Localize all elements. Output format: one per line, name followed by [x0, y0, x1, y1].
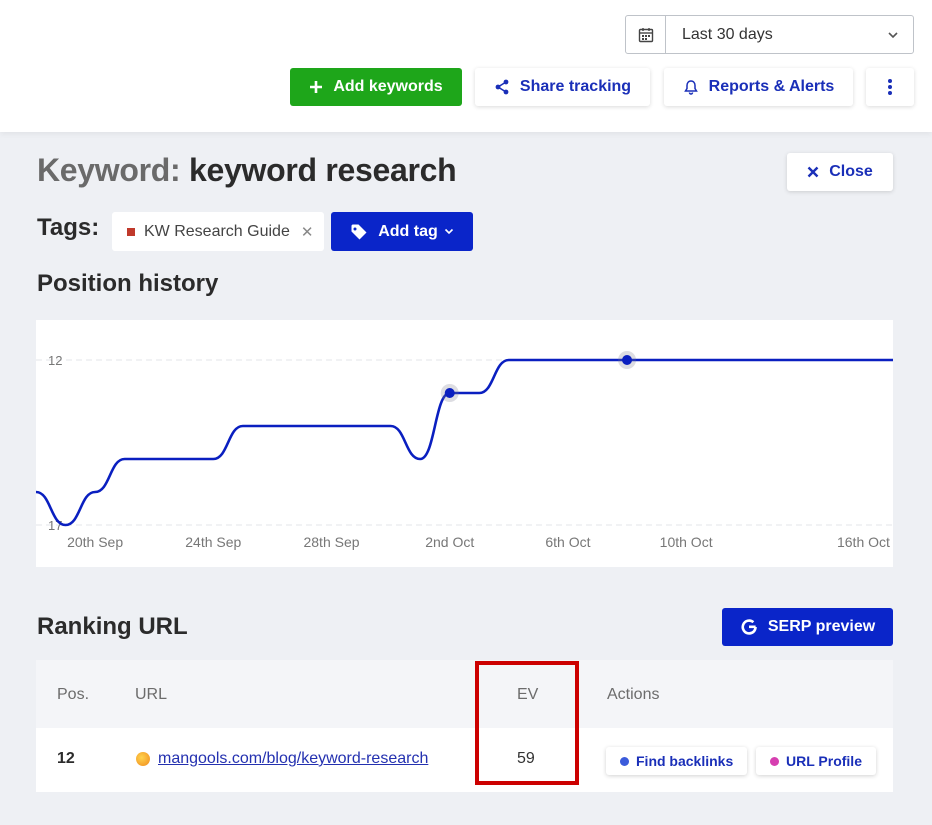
ranking-url-text: mangools.com/blog/keyword-research — [158, 750, 429, 767]
bell-icon — [683, 80, 698, 95]
mangools-favicon-icon — [136, 752, 150, 766]
tag-icon — [351, 224, 367, 239]
line-chart: 12 17 20th Sep 24th Sep 28th Sep 2nd Oct 6th O… — [36, 351, 893, 550]
column-header-ev: EV — [517, 686, 539, 703]
add-tag-button[interactable]: Add tag — [331, 212, 473, 251]
share-tracking-button[interactable]: Share tracking — [475, 68, 650, 106]
x-tick-label: 10th Oct — [660, 534, 713, 550]
close-button[interactable]: Close — [787, 153, 893, 191]
tag-chip: KW Research Guide ✕ — [112, 212, 324, 251]
tag-name: KW Research Guide — [144, 222, 290, 240]
find-backlinks-label: Find backlinks — [636, 753, 734, 769]
link-dot-icon — [620, 756, 629, 766]
keyword-heading: Keyword: keyword research — [37, 152, 457, 189]
plus-icon — [310, 81, 323, 93]
y-tick-label: 12 — [48, 353, 62, 368]
date-range-select[interactable]: Last 30 days — [625, 15, 914, 54]
x-tick-label: 28th Sep — [303, 534, 359, 550]
column-header-url: URL — [135, 686, 168, 703]
google-icon — [741, 619, 757, 635]
row-position: 12 — [57, 750, 75, 767]
y-tick-label: 17 — [48, 518, 62, 533]
share-tracking-label: Share tracking — [519, 78, 632, 95]
position-history-title: Position history — [37, 270, 219, 297]
table-header: Pos. URL EV Actions — [36, 660, 893, 728]
keyword-value: keyword research — [189, 152, 457, 188]
column-header-actions: Actions — [607, 686, 660, 703]
remove-tag-icon[interactable]: ✕ — [301, 223, 314, 241]
date-range-value: Last 30 days — [682, 25, 773, 43]
column-header-pos: Pos. — [57, 686, 90, 703]
ranking-url-link[interactable]: mangools.com/blog/keyword-research — [136, 750, 428, 768]
reports-alerts-button[interactable]: Reports & Alerts — [664, 68, 853, 106]
profile-dot-icon — [770, 756, 779, 766]
tag-color-swatch — [127, 227, 135, 236]
url-profile-label: URL Profile — [786, 753, 862, 769]
row-ev: 59 — [517, 750, 535, 767]
series-line — [36, 358, 893, 527]
close-label: Close — [829, 163, 873, 180]
serp-preview-label: SERP preview — [767, 618, 876, 635]
x-tick-label: 6th Oct — [545, 534, 590, 550]
share-icon — [495, 79, 509, 95]
more-options-button[interactable] — [866, 68, 914, 106]
serp-preview-button[interactable]: SERP preview — [722, 608, 893, 646]
add-keywords-label: Add keywords — [333, 78, 443, 95]
data-point — [622, 355, 633, 365]
data-point — [444, 388, 455, 398]
chevron-down-icon — [873, 31, 913, 39]
reports-alerts-label: Reports & Alerts — [708, 78, 835, 95]
find-backlinks-button[interactable]: Find backlinks — [606, 747, 748, 775]
ranking-url-title: Ranking URL — [37, 613, 188, 640]
tags-label: Tags: — [37, 214, 100, 241]
url-profile-button[interactable]: URL Profile — [756, 747, 876, 775]
x-tick-label: 16th Oct — [837, 534, 890, 550]
keyword-label: Keyword: — [37, 152, 181, 188]
x-tick-label: 24th Sep — [185, 534, 241, 550]
more-vertical-icon — [888, 79, 892, 95]
x-tick-label: 20th Sep — [67, 534, 123, 550]
position-history-chart[interactable]: 12 17 20th Sep 24th Sep 28th Sep 2nd Oct 6th O… — [36, 320, 893, 567]
top-bar: Last 30 days Add keywords Share tracking… — [0, 0, 932, 132]
add-tag-label: Add tag — [378, 222, 438, 240]
calendar-icon — [626, 16, 666, 53]
x-tick-label: 2nd Oct — [425, 534, 474, 550]
add-keywords-button[interactable]: Add keywords — [290, 68, 462, 106]
chevron-down-icon — [444, 228, 453, 235]
close-icon — [807, 166, 819, 178]
